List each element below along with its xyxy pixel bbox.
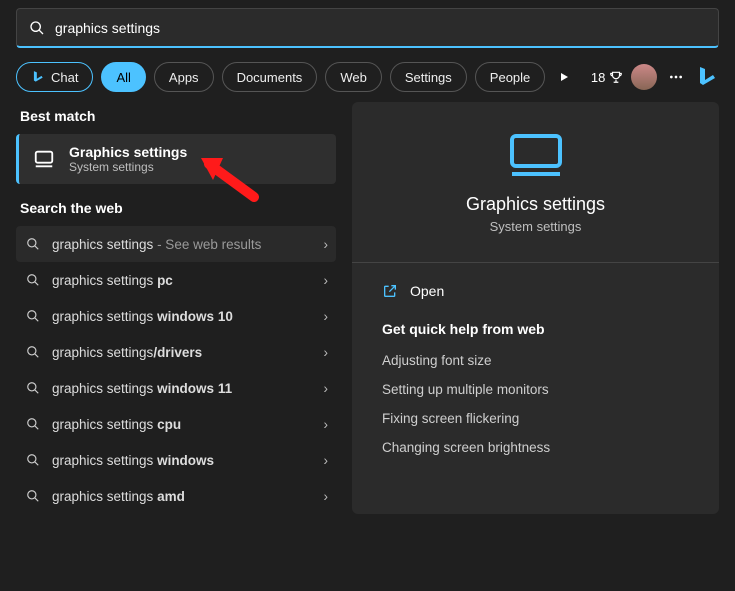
preview-panel: Graphics settings System settings Open G… — [352, 102, 719, 514]
search-input[interactable] — [55, 20, 706, 36]
filter-all[interactable]: All — [101, 62, 145, 92]
best-match-header: Best match — [20, 108, 336, 124]
search-icon — [26, 345, 40, 359]
search-web-header: Search the web — [20, 200, 336, 216]
play-icon — [558, 71, 570, 83]
help-link[interactable]: Adjusting font size — [382, 353, 689, 368]
help-link[interactable]: Setting up multiple monitors — [382, 382, 689, 397]
web-result-item[interactable]: graphics settings pc › — [16, 262, 336, 298]
search-icon — [26, 381, 40, 395]
chevron-right-icon: › — [324, 273, 329, 288]
web-result-text: graphics settings windows 11 — [52, 381, 312, 396]
chevron-right-icon: › — [324, 453, 329, 468]
more-button[interactable] — [665, 62, 687, 92]
search-icon — [26, 237, 40, 251]
chevron-right-icon: › — [324, 345, 329, 360]
preview-title: Graphics settings — [382, 194, 689, 215]
search-bar[interactable] — [16, 8, 719, 48]
open-label: Open — [410, 283, 444, 299]
filter-row: Chat All Apps Documents Web Settings Peo… — [16, 62, 719, 92]
ellipsis-icon — [668, 69, 684, 85]
filter-apps[interactable]: Apps — [154, 62, 214, 92]
search-icon — [26, 489, 40, 503]
rewards-count: 18 — [591, 70, 605, 85]
web-result-item[interactable]: graphics settings amd › — [16, 478, 336, 514]
web-result-item[interactable]: graphics settings/drivers › — [16, 334, 336, 370]
web-result-text: graphics settings windows 10 — [52, 309, 312, 324]
chevron-right-icon: › — [324, 489, 329, 504]
search-icon — [26, 273, 40, 287]
annotation-arrow-icon — [199, 152, 259, 202]
chevron-right-icon: › — [324, 381, 329, 396]
bing-button[interactable] — [695, 62, 719, 92]
web-result-text: graphics settings/drivers — [52, 345, 312, 360]
filter-documents[interactable]: Documents — [222, 62, 318, 92]
help-header: Get quick help from web — [382, 321, 689, 337]
search-icon — [26, 309, 40, 323]
open-button[interactable]: Open — [382, 283, 689, 299]
web-result-item[interactable]: graphics settings - See web results › — [16, 226, 336, 262]
monitor-icon — [33, 148, 55, 170]
web-result-text: graphics settings cpu — [52, 417, 312, 432]
bing-icon — [31, 70, 45, 84]
web-result-item[interactable]: graphics settings windows 10 › — [16, 298, 336, 334]
web-results-list: graphics settings - See web results›grap… — [16, 226, 336, 514]
rewards-points[interactable]: 18 — [591, 70, 623, 85]
web-result-text: graphics settings pc — [52, 273, 312, 288]
best-match-subtitle: System settings — [69, 160, 187, 174]
web-result-item[interactable]: graphics settings cpu › — [16, 406, 336, 442]
filter-settings[interactable]: Settings — [390, 62, 467, 92]
filter-web[interactable]: Web — [325, 62, 382, 92]
web-result-item[interactable]: graphics settings windows 11 › — [16, 370, 336, 406]
filter-people[interactable]: People — [475, 62, 545, 92]
preview-subtitle: System settings — [382, 219, 689, 234]
web-result-item[interactable]: graphics settings windows › — [16, 442, 336, 478]
play-button[interactable] — [553, 62, 575, 92]
divider — [352, 262, 719, 263]
help-link[interactable]: Changing screen brightness — [382, 440, 689, 455]
chevron-right-icon: › — [324, 237, 329, 252]
avatar-image — [631, 64, 657, 90]
search-icon — [26, 453, 40, 467]
search-icon — [26, 417, 40, 431]
bing-logo-icon — [695, 65, 719, 89]
best-match-card[interactable]: Graphics settings System settings — [16, 134, 336, 184]
chevron-right-icon: › — [324, 309, 329, 324]
web-result-text: graphics settings - See web results — [52, 237, 312, 252]
best-match-title: Graphics settings — [69, 144, 187, 160]
web-result-text: graphics settings windows — [52, 453, 312, 468]
help-links-list: Adjusting font size Setting up multiple m… — [382, 353, 689, 455]
user-avatar[interactable] — [631, 62, 657, 92]
monitor-large-icon — [508, 132, 564, 176]
help-link[interactable]: Fixing screen flickering — [382, 411, 689, 426]
search-icon — [29, 20, 45, 36]
web-result-text: graphics settings amd — [52, 489, 312, 504]
trophy-icon — [609, 70, 623, 84]
chevron-right-icon: › — [324, 417, 329, 432]
chat-pill[interactable]: Chat — [16, 62, 93, 92]
chat-label: Chat — [51, 70, 78, 85]
open-icon — [382, 283, 398, 299]
results-column: Best match Graphics settings System sett… — [16, 102, 336, 514]
